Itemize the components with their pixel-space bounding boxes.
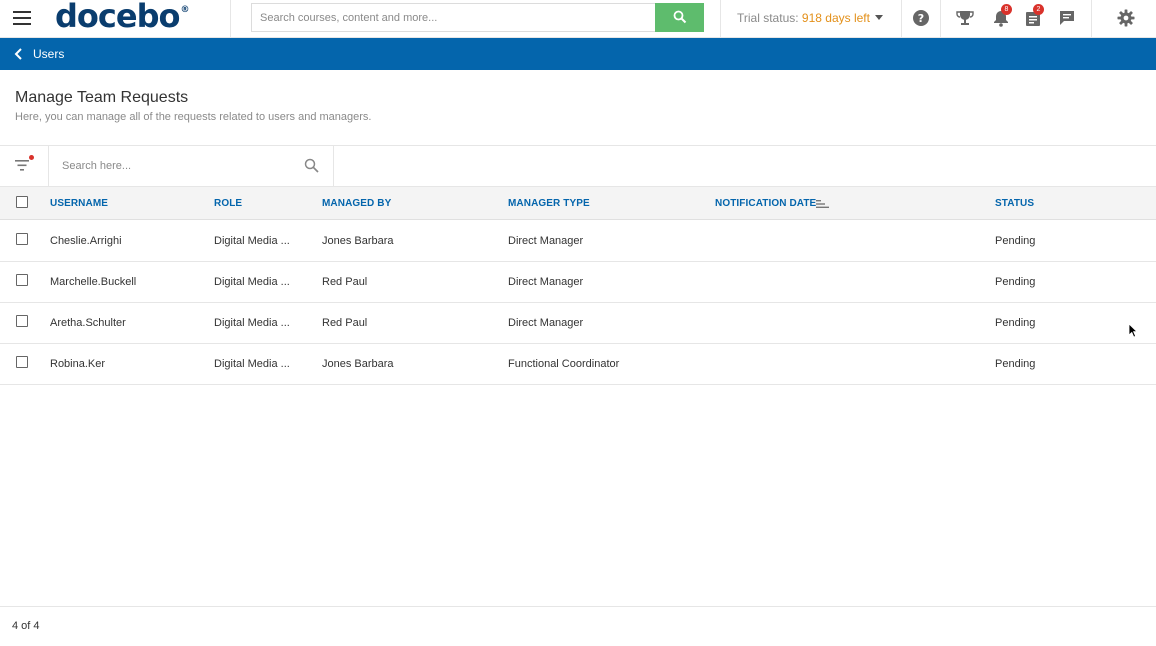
cell-username: Robina.Ker (50, 358, 106, 370)
cell-managed-by: Red Paul (322, 317, 368, 329)
divider (333, 146, 334, 186)
chat-icon[interactable] (1058, 9, 1076, 27)
cell-managed-by: Jones Barbara (322, 358, 394, 370)
row-checkbox[interactable] (16, 356, 28, 368)
logo[interactable]: docebo® (55, 0, 189, 35)
chevron-left-icon[interactable] (14, 48, 24, 60)
cell-manager-type: Direct Manager (508, 276, 584, 288)
cell-manager-type: Direct Manager (508, 235, 584, 247)
help-icon[interactable]: ? (912, 9, 930, 27)
cell-managed-by: Red Paul (322, 276, 368, 288)
menu-icon[interactable] (13, 11, 31, 25)
divider (940, 0, 941, 38)
chevron-down-icon[interactable] (875, 15, 883, 20)
trial-status[interactable]: Trial status: 918 days left (737, 11, 870, 25)
column-header-manager-type[interactable]: MANAGER TYPE (508, 198, 590, 209)
page-subtitle: Here, you can manage all of the requests… (15, 111, 372, 123)
divider (0, 145, 1156, 146)
cell-managed-by: Jones Barbara (322, 235, 394, 247)
gear-icon[interactable] (1117, 9, 1135, 27)
filter-active-indicator (29, 155, 34, 160)
column-header-managed-by[interactable]: MANAGED BY (322, 198, 391, 209)
trial-label: Trial status: (737, 11, 799, 25)
column-header-role[interactable]: ROLE (214, 198, 242, 209)
table-search-input[interactable] (54, 152, 294, 180)
select-all-checkbox[interactable] (16, 196, 28, 208)
cell-username: Cheslie.Arrighi (50, 235, 122, 247)
table-row[interactable]: Marchelle.Buckell Digital Media ... Red … (0, 262, 1156, 303)
divider (1091, 0, 1092, 38)
sort-icon[interactable] (816, 199, 829, 209)
column-header-status[interactable]: STATUS (995, 198, 1034, 209)
top-bar: docebo® Trial status: 918 days left ? 8 … (0, 0, 1156, 38)
column-header-notification-date[interactable]: NOTIFICATION DATE (715, 198, 816, 209)
row-checkbox[interactable] (16, 315, 28, 327)
divider (230, 0, 231, 38)
table-row[interactable]: Cheslie.Arrighi Digital Media ... Jones … (0, 221, 1156, 262)
mouse-cursor-icon (1128, 323, 1138, 338)
notifications-badge: 8 (1001, 4, 1012, 15)
table-header: USERNAME ROLE MANAGED BY MANAGER TYPE NO… (0, 186, 1156, 220)
trial-days: 918 days left (801, 11, 870, 25)
divider (48, 146, 49, 186)
cell-username: Marchelle.Buckell (50, 276, 137, 288)
cell-manager-type: Functional Coordinator (508, 358, 620, 370)
cell-role: Digital Media ... (214, 358, 290, 370)
cell-status: Pending (995, 235, 1036, 247)
cell-status: Pending (995, 358, 1036, 370)
table-row[interactable]: Aretha.Schulter Digital Media ... Red Pa… (0, 303, 1156, 344)
breadcrumb-bar: Users (0, 38, 1156, 70)
cell-role: Digital Media ... (214, 317, 290, 329)
breadcrumb-users-link[interactable]: Users (33, 47, 64, 61)
search-icon[interactable] (304, 158, 319, 173)
cell-status: Pending (995, 317, 1036, 329)
page-title: Manage Team Requests (15, 89, 189, 106)
cell-username: Aretha.Schulter (50, 317, 126, 329)
search-icon (673, 10, 686, 24)
row-checkbox[interactable] (16, 233, 28, 245)
result-count: 4 of 4 (12, 620, 40, 632)
global-search-button[interactable] (655, 3, 704, 32)
tasks-badge: 2 (1033, 4, 1044, 15)
divider (720, 0, 721, 38)
table-row[interactable]: Robina.Ker Digital Media ... Jones Barba… (0, 344, 1156, 385)
column-header-username[interactable]: USERNAME (50, 198, 108, 209)
row-checkbox[interactable] (16, 274, 28, 286)
cell-manager-type: Direct Manager (508, 317, 584, 329)
svg-text:?: ? (918, 12, 924, 25)
cell-role: Digital Media ... (214, 276, 290, 288)
cell-status: Pending (995, 276, 1036, 288)
cell-role: Digital Media ... (214, 235, 290, 247)
trophy-icon[interactable] (956, 9, 974, 27)
divider (901, 0, 902, 38)
global-search-input[interactable] (251, 3, 656, 32)
divider (0, 606, 1156, 607)
